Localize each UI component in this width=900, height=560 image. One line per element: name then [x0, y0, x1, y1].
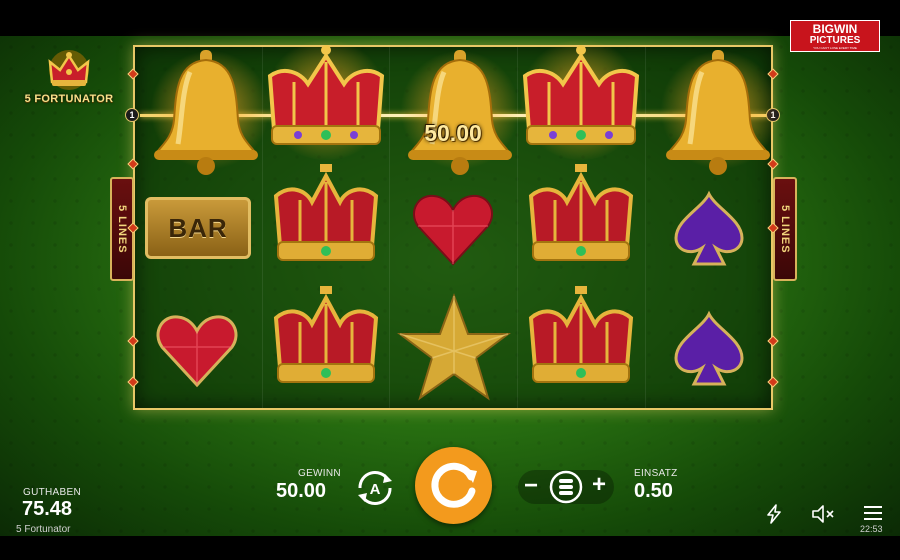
spade-icon — [674, 190, 744, 266]
spin-icon — [431, 462, 477, 508]
game-logo: 5 FORTUNATOR — [18, 48, 120, 110]
win-label: GEWINN — [298, 468, 341, 479]
bet-value: 0.50 — [634, 480, 673, 502]
win-value: 50.00 — [276, 480, 327, 502]
heart-icon — [413, 194, 493, 266]
bell-icon — [408, 50, 512, 175]
crown-icon — [267, 45, 385, 145]
bottom-strip — [0, 536, 900, 560]
reel-separator — [645, 47, 646, 408]
spade-icon — [674, 310, 744, 386]
top-bar — [0, 0, 900, 36]
bet-increase-button[interactable]: + — [589, 473, 609, 498]
coin-stack-icon[interactable] — [549, 470, 583, 504]
crown-icon — [273, 164, 379, 261]
spin-button[interactable] — [415, 447, 492, 524]
logo-text: 5 FORTUNATOR — [24, 93, 114, 105]
autoplay-a-icon: A — [358, 470, 392, 506]
crown-icon — [528, 164, 634, 261]
bigwin-pictures-logo: BIGWIN PICTURES YOU CAN'T LOSE EVERY TIM… — [790, 20, 880, 52]
balance-value: 75.48 — [22, 498, 73, 520]
star-icon — [397, 293, 511, 401]
crown-icon — [522, 45, 640, 145]
crown-icon — [273, 286, 379, 383]
bell-icon — [666, 50, 770, 175]
bell-icon — [154, 50, 258, 175]
bar-symbol: BAR — [145, 197, 251, 259]
brand-line2: PICTURES — [809, 35, 861, 46]
bet-decrease-button[interactable]: − — [522, 474, 540, 498]
heart-icon — [156, 315, 238, 388]
svg-text:A: A — [370, 481, 381, 498]
hamburger-menu-icon[interactable] — [864, 505, 882, 521]
payline-number-left: 1 — [125, 108, 139, 122]
speaker-muted-icon[interactable] — [811, 504, 837, 524]
clock: 22:53 — [860, 524, 883, 534]
win-amount-overlay: 50.00 — [424, 120, 482, 146]
lightning-icon[interactable] — [766, 504, 782, 524]
game-name: 5 Fortunator — [16, 524, 71, 535]
autoplay-button[interactable]: A — [352, 468, 398, 508]
logo-crown-icon — [48, 50, 90, 90]
bet-label: EINSATZ — [634, 468, 678, 479]
brand-tagline: YOU CAN'T LOSE EVERY TIME — [813, 46, 857, 50]
balance-label: GUTHABEN — [23, 487, 81, 498]
crown-icon — [528, 286, 634, 383]
